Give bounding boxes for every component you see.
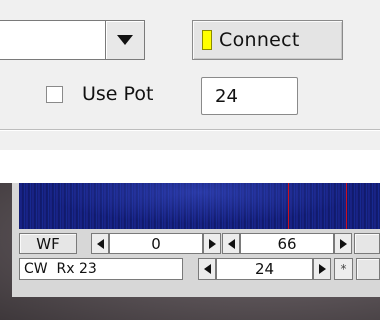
device-combo-dropdown-button[interactable]: [105, 20, 145, 60]
panel-divider-highlight: [0, 130, 380, 131]
waterfall-display[interactable]: [19, 183, 380, 229]
pot-value-input[interactable]: 24: [201, 77, 298, 115]
waterfall-window: WF 0 66 CW Rx 23 24 *: [0, 183, 380, 320]
star-button[interactable]: *: [334, 258, 353, 280]
arrow-left-icon: [227, 238, 235, 249]
extra-button[interactable]: [354, 233, 380, 254]
wf-button[interactable]: WF: [19, 233, 77, 254]
right-value-decrement-button[interactable]: [222, 233, 240, 254]
connect-label: Connect: [219, 29, 300, 51]
use-pot-checkbox[interactable]: [46, 86, 63, 103]
left-value-field[interactable]: 0: [109, 233, 203, 254]
device-combo-field[interactable]: [0, 20, 106, 60]
left-value-decrement-button[interactable]: [91, 233, 109, 254]
arrow-right-icon: [318, 264, 326, 274]
left-value-increment-button[interactable]: [203, 233, 221, 254]
right-value-field[interactable]: 66: [240, 233, 334, 254]
extra-button-row2[interactable]: [356, 258, 380, 280]
chevron-down-icon: [117, 35, 133, 45]
connect-status-led: [202, 30, 212, 50]
arrow-right-icon: [339, 238, 347, 249]
frequency-marker: [288, 183, 289, 229]
connect-button[interactable]: Connect: [192, 20, 343, 60]
connection-panel: Connect Use Pot 24: [0, 0, 380, 150]
rx-decrement-button[interactable]: [198, 258, 216, 280]
arrow-right-icon: [208, 238, 216, 249]
arrow-left-icon: [96, 238, 104, 249]
rx-value-field[interactable]: 24: [216, 258, 313, 280]
use-pot-label: Use Pot: [82, 83, 154, 105]
rx-increment-button[interactable]: [313, 258, 331, 280]
frequency-marker: [346, 183, 347, 229]
mode-rx-display: CW Rx 23: [19, 258, 183, 280]
arrow-left-icon: [203, 264, 211, 274]
right-value-increment-button[interactable]: [334, 233, 352, 254]
